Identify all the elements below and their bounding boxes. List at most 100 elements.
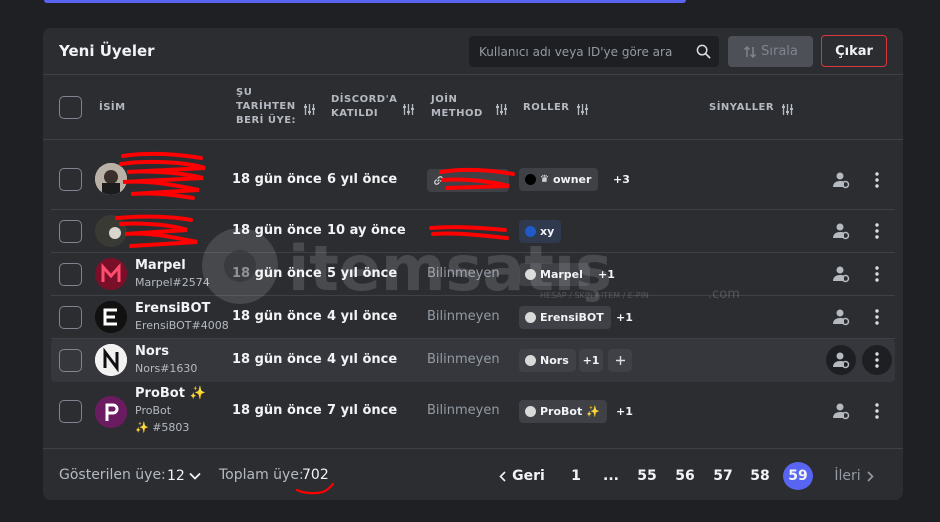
filter-sliders-icon[interactable] (781, 103, 794, 116)
current-page-button[interactable]: 59 (783, 462, 813, 490)
role-color-dot (525, 406, 536, 417)
user-settings-icon[interactable] (832, 402, 850, 420)
row-checkbox[interactable] (59, 400, 82, 423)
filter-sliders-icon[interactable] (495, 103, 508, 116)
column-discord-joined[interactable]: DİSCORD'A KATILDI (331, 93, 397, 121)
more-options-icon[interactable] (868, 171, 886, 189)
more-roles-count[interactable]: +3 (613, 173, 630, 186)
page-title: Yeni Üyeler (59, 42, 155, 60)
role-chip[interactable]: Marpel (519, 263, 590, 286)
next-page-label: İleri (834, 468, 861, 484)
user-tag: ProBot (135, 404, 172, 417)
member-since-cell: 18 gün önce (232, 223, 322, 238)
column-join-method[interactable]: JOİN METHOD (431, 93, 483, 121)
page-button[interactable]: 1 (567, 462, 585, 490)
row-checkbox[interactable] (59, 263, 82, 286)
avatar-e-logo-icon (95, 301, 127, 333)
page-button[interactable]: 55 (635, 462, 659, 490)
user-name[interactable]: ErensiBOT (135, 301, 210, 316)
row-checkbox[interactable] (59, 168, 82, 191)
page-button[interactable]: 58 (748, 462, 772, 490)
more-roles-count[interactable]: +1 (616, 405, 633, 418)
prev-page-button[interactable]: Geri (498, 462, 546, 490)
more-options-icon[interactable] (868, 402, 886, 420)
page-button[interactable]: 57 (711, 462, 735, 490)
role-label: Marpel (540, 268, 583, 281)
prev-page-label: Geri (512, 468, 545, 484)
column-join-method-line1: JOİN (431, 94, 458, 105)
avatar[interactable] (95, 344, 127, 376)
row-checkbox[interactable] (59, 349, 82, 372)
chevron-right-icon (867, 470, 874, 482)
add-role-button[interactable] (608, 349, 632, 372)
role-chip[interactable]: ProBot ✨ (519, 400, 607, 423)
more-roles-chip[interactable]: +1 (579, 349, 603, 372)
redaction-scribble (119, 151, 206, 200)
member-since-cell: 18 gün önce (232, 309, 322, 324)
underline-scribble (295, 482, 335, 495)
role-chip[interactable]: Nors (519, 349, 576, 372)
role-label: owner (552, 173, 592, 186)
join-method-cell: Bilinmeyen (427, 266, 500, 281)
role-chip[interactable]: xy (519, 220, 562, 243)
discord-joined-cell: 4 yıl önce (327, 309, 398, 324)
page-size-value: 12 (167, 468, 185, 484)
column-signals[interactable]: SİNYALLER (709, 101, 774, 115)
search-input[interactable] (469, 36, 689, 67)
user-name[interactable]: ProBot ✨ (135, 386, 206, 401)
table-row[interactable]: 18 gün önce 10 ay önce xy (51, 210, 895, 253)
column-member-since-line1: ŞU (236, 87, 253, 98)
user-settings-icon[interactable] (832, 222, 850, 240)
filter-sliders-icon[interactable] (576, 103, 589, 116)
role-label: ErensiBOT (540, 311, 604, 324)
redaction-scribble (439, 167, 515, 190)
remove-button[interactable]: Çıkar (821, 35, 887, 67)
chevron-left-icon (499, 470, 506, 482)
role-label: xy (540, 225, 555, 238)
panel-header: Yeni Üyeler Sırala Çıkar (43, 28, 903, 75)
row-checkbox[interactable] (59, 220, 82, 243)
role-color-dot (525, 226, 536, 237)
more-options-icon[interactable] (868, 308, 886, 326)
user-settings-icon[interactable] (832, 265, 850, 283)
more-options-icon[interactable] (868, 351, 886, 369)
new-members-panel: Yeni Üyeler Sırala Çıkar İSİM ŞU TARİHTE… (43, 28, 903, 500)
role-chip[interactable]: ErensiBOT (519, 306, 611, 329)
more-roles-count[interactable]: +1 (598, 268, 615, 281)
filter-sliders-icon[interactable] (402, 103, 415, 116)
select-all-checkbox[interactable] (59, 96, 82, 119)
user-settings-icon[interactable] (832, 351, 850, 369)
table-row[interactable]: Marpel Marpel#2574 18 gün önce 5 yıl önc… (51, 253, 895, 296)
next-page-button[interactable]: İleri (831, 462, 877, 490)
page-size-select[interactable]: 12 (167, 464, 212, 488)
avatar-n-logo-icon (95, 344, 127, 376)
avatar[interactable] (95, 301, 127, 333)
row-checkbox[interactable] (59, 306, 82, 329)
avatar[interactable] (95, 396, 127, 428)
filter-sliders-icon[interactable] (303, 103, 316, 116)
member-since-cell: 18 gün önce (232, 172, 322, 187)
search-icon[interactable] (696, 44, 711, 59)
table-row[interactable]: 18 gün önce 6 yıl önce ♛ owner +3 (51, 150, 895, 210)
search-box[interactable] (469, 36, 719, 67)
user-settings-icon[interactable] (832, 171, 850, 189)
page-button[interactable]: 56 (673, 462, 697, 490)
shown-members-label: Gösterilen üye: (59, 467, 166, 483)
sort-button[interactable]: Sırala (728, 36, 813, 67)
user-settings-icon[interactable] (832, 308, 850, 326)
table-row[interactable]: ProBot ✨ ProBot ✨ #5803 18 gün önce 7 yı… (51, 382, 895, 448)
more-options-icon[interactable] (868, 222, 886, 240)
table-row[interactable]: Nors Nors#1630 18 gün önce 4 yıl önce Bi… (51, 339, 895, 382)
column-member-since[interactable]: ŞU TARİHTEN BERİ ÜYE: (236, 86, 296, 128)
more-options-icon[interactable] (868, 265, 886, 283)
join-method-cell: Bilinmeyen (427, 403, 500, 418)
column-roles[interactable]: ROLLER (523, 101, 569, 115)
role-chip[interactable]: ♛ owner (519, 168, 599, 191)
role-label: ProBot ✨ (540, 405, 600, 418)
user-name[interactable]: Nors (135, 344, 169, 359)
avatar[interactable] (95, 258, 127, 290)
more-roles-count[interactable]: +1 (616, 311, 633, 324)
table-row[interactable]: ErensiBOT ErensiBOT#4008 18 gün önce 4 y… (51, 296, 895, 339)
user-name[interactable]: Marpel (135, 258, 186, 273)
table-header: İSİM ŞU TARİHTEN BERİ ÜYE: DİSCORD'A KAT… (43, 76, 903, 140)
